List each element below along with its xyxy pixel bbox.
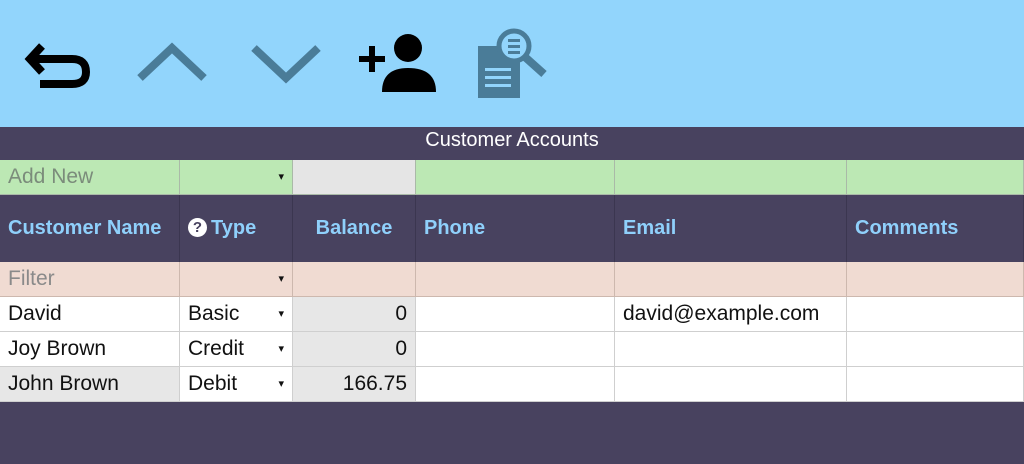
add-new-comments-input[interactable] <box>847 160 1024 195</box>
help-icon[interactable]: ? <box>188 218 207 237</box>
chevron-up-icon <box>137 42 207 81</box>
dropdown-arrow-icon: ▾ <box>278 343 284 355</box>
balance-cell: 166.75 <box>293 367 416 402</box>
add-new-name-input[interactable]: Add New <box>0 160 180 195</box>
comments-cell[interactable] <box>847 367 1024 402</box>
col-header-comments[interactable]: Comments <box>847 195 1024 262</box>
customer-grid: Add New ▾ Customer Name ? Type Balance Ph… <box>0 160 1024 402</box>
move-up-button[interactable] <box>132 26 212 106</box>
col-header-type-label: Type <box>211 217 257 239</box>
email-cell[interactable] <box>615 367 847 402</box>
email-cell[interactable]: david@example.com <box>615 297 847 332</box>
comments-cell[interactable] <box>847 297 1024 332</box>
filter-name-input[interactable]: Filter <box>0 262 180 297</box>
header-row: Customer Name ? Type Balance Phone Email … <box>0 195 1024 262</box>
col-header-email[interactable]: Email <box>615 195 847 262</box>
add-new-type-select[interactable]: ▾ <box>180 160 293 195</box>
col-header-phone[interactable]: Phone <box>416 195 615 262</box>
type-value: Basic <box>188 302 240 325</box>
type-select[interactable]: Credit ▾ <box>180 332 293 367</box>
col-header-balance[interactable]: Balance <box>293 195 416 262</box>
toolbar <box>0 0 1024 127</box>
undo-icon <box>24 43 91 88</box>
type-select[interactable]: Debit ▾ <box>180 367 293 402</box>
add-user-icon <box>359 34 436 92</box>
phone-cell[interactable] <box>416 332 615 367</box>
undo-button[interactable] <box>22 26 102 106</box>
dropdown-arrow-icon: ▾ <box>278 273 284 285</box>
customer-name-cell[interactable]: David <box>0 297 180 332</box>
document-search-icon <box>478 28 547 98</box>
comments-cell[interactable] <box>847 332 1024 367</box>
filter-comments-input[interactable] <box>847 262 1024 297</box>
type-value: Debit <box>188 372 238 395</box>
chevron-down-icon <box>251 45 321 84</box>
filter-balance-input[interactable] <box>293 262 416 297</box>
type-value: Credit <box>188 337 245 360</box>
dropdown-arrow-icon: ▾ <box>278 308 284 320</box>
phone-cell[interactable] <box>416 367 615 402</box>
col-header-customer-name[interactable]: Customer Name <box>0 195 180 262</box>
table-row: David Basic ▾ 0 david@example.com <box>0 297 1024 332</box>
col-header-type[interactable]: ? Type <box>180 195 293 262</box>
move-down-button[interactable] <box>246 26 326 106</box>
balance-cell: 0 <box>293 332 416 367</box>
balance-cell: 0 <box>293 297 416 332</box>
filter-email-input[interactable] <box>615 262 847 297</box>
dropdown-arrow-icon: ▾ <box>278 378 284 390</box>
customer-name-cell[interactable]: Joy Brown <box>0 332 180 367</box>
filter-type-select[interactable]: ▾ <box>180 262 293 297</box>
add-new-email-input[interactable] <box>615 160 847 195</box>
table-row: John Brown Debit ▾ 166.75 <box>0 367 1024 402</box>
customer-name-cell[interactable]: John Brown <box>0 367 180 402</box>
add-customer-button[interactable] <box>356 26 436 106</box>
phone-cell[interactable] <box>416 297 615 332</box>
filter-phone-input[interactable] <box>416 262 615 297</box>
email-cell[interactable] <box>615 332 847 367</box>
add-new-row: Add New ▾ <box>0 160 1024 195</box>
table-row: Joy Brown Credit ▾ 0 <box>0 332 1024 367</box>
filter-row: Filter ▾ <box>0 262 1024 297</box>
table-title: Customer Accounts <box>425 129 599 151</box>
type-select[interactable]: Basic ▾ <box>180 297 293 332</box>
search-document-button[interactable] <box>472 26 552 106</box>
dropdown-arrow-icon: ▾ <box>278 171 284 183</box>
add-new-phone-input[interactable] <box>416 160 615 195</box>
add-new-balance-cell <box>293 160 416 195</box>
